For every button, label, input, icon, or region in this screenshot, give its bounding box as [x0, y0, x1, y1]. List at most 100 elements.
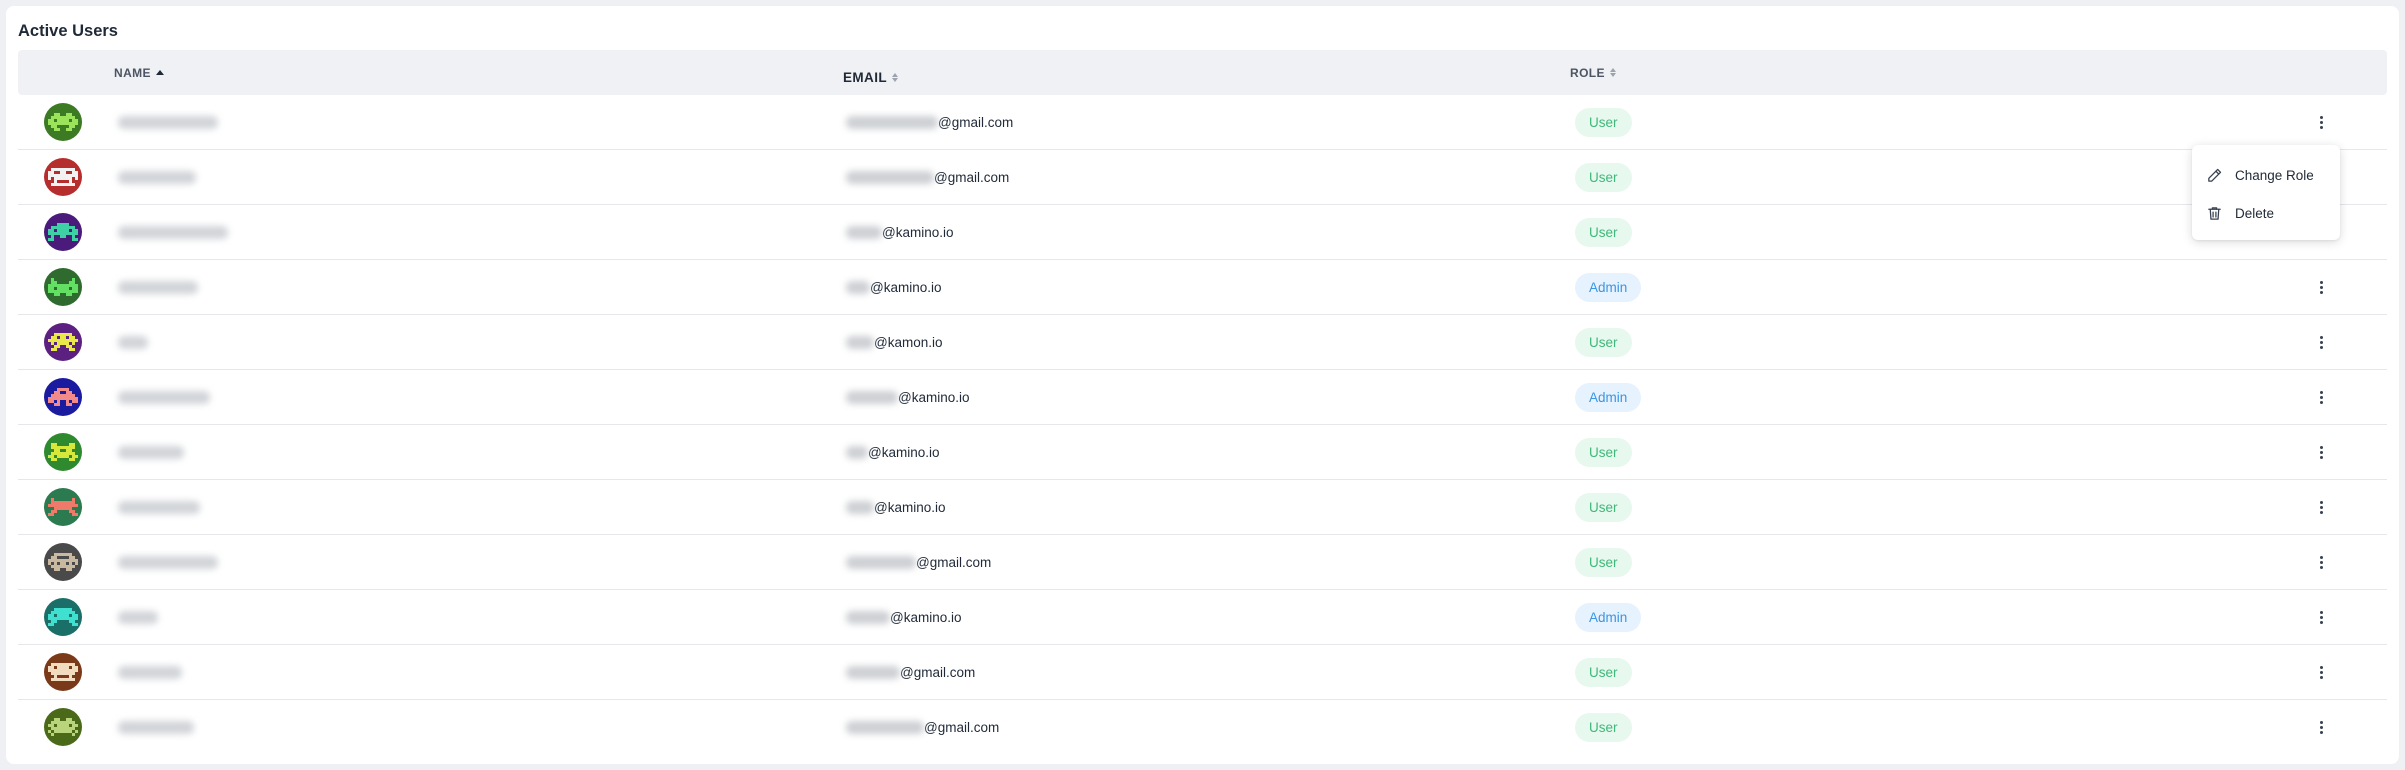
table-row: @kamino.io Admin — [18, 370, 2387, 425]
table-row: @kamino.io User — [18, 425, 2387, 480]
change-role-menu-item[interactable]: Change Role — [2192, 156, 2340, 194]
email-domain: @gmail.com — [916, 555, 992, 570]
role-badge: User — [1575, 438, 1632, 467]
table-row: @gmail.com User — [18, 95, 2387, 150]
redacted-email-prefix — [846, 556, 916, 569]
table-row: @kamino.io User — [18, 480, 2387, 535]
avatar — [44, 378, 82, 416]
avatar — [44, 488, 82, 526]
table-row: @kamino.io Admin — [18, 590, 2387, 645]
redacted-name — [118, 666, 182, 679]
row-actions-button[interactable] — [2308, 549, 2334, 575]
role-badge: User — [1575, 548, 1632, 577]
redacted-email-prefix — [846, 721, 924, 734]
redacted-name — [118, 336, 148, 349]
user-email: @kamino.io — [846, 425, 939, 480]
email-domain: @gmail.com — [934, 170, 1010, 185]
delete-menu-item[interactable]: Delete — [2192, 194, 2340, 232]
table-row: @kamon.io User — [18, 315, 2387, 370]
user-email: @gmail.com — [846, 95, 1013, 150]
avatar — [44, 543, 82, 581]
user-email: @kamino.io — [846, 480, 945, 535]
sort-icon — [892, 73, 898, 82]
avatar — [44, 708, 82, 746]
row-actions-button[interactable] — [2308, 274, 2334, 300]
role-badge: User — [1575, 493, 1632, 522]
table-row: @gmail.com User — [18, 700, 2387, 755]
avatar — [44, 598, 82, 636]
user-email: @kamino.io — [846, 590, 961, 645]
redacted-email-prefix — [846, 281, 870, 294]
table-row: @gmail.com User — [18, 535, 2387, 590]
page-title: Active Users — [18, 22, 118, 40]
role-badge: User — [1575, 658, 1632, 687]
table-row: @gmail.com User — [18, 150, 2387, 205]
role-badge: User — [1575, 218, 1632, 247]
table-row: @kamino.io User — [18, 205, 2387, 260]
redacted-name — [118, 391, 210, 404]
redacted-name — [118, 721, 194, 734]
role-badge: Admin — [1575, 603, 1642, 632]
redacted-email-prefix — [846, 501, 874, 514]
email-domain: @gmail.com — [900, 665, 976, 680]
row-actions-button[interactable] — [2308, 384, 2334, 410]
column-header-role[interactable]: ROLE — [1570, 50, 1616, 95]
row-actions-button[interactable] — [2308, 494, 2334, 520]
email-domain: @gmail.com — [924, 720, 1000, 735]
redacted-email-prefix — [846, 446, 868, 459]
sort-ascending-icon — [155, 69, 164, 75]
redacted-name — [118, 226, 228, 239]
redacted-email-prefix — [846, 391, 898, 404]
table-row: @gmail.com User — [18, 645, 2387, 700]
avatar — [44, 653, 82, 691]
redacted-name — [118, 611, 158, 624]
role-badge: Admin — [1575, 273, 1642, 302]
trash-icon — [2208, 206, 2221, 220]
user-email: @gmail.com — [846, 645, 975, 700]
row-actions-button[interactable] — [2308, 714, 2334, 740]
user-email: @kamino.io — [846, 260, 941, 315]
row-actions-menu: Change Role Delete — [2192, 145, 2340, 240]
avatar — [44, 213, 82, 251]
row-actions-button[interactable] — [2308, 109, 2334, 135]
redacted-email-prefix — [846, 171, 934, 184]
sort-icon — [1609, 68, 1616, 77]
email-domain: @kamino.io — [870, 280, 942, 295]
user-email: @gmail.com — [846, 535, 991, 590]
role-badge: User — [1575, 163, 1632, 192]
column-header-name[interactable]: NAME — [114, 50, 164, 95]
role-badge: Admin — [1575, 383, 1642, 412]
row-actions-button[interactable] — [2308, 329, 2334, 355]
redacted-email-prefix — [846, 116, 938, 129]
redacted-name — [118, 116, 218, 129]
user-email: @kamon.io — [846, 315, 942, 370]
redacted-email-prefix — [846, 666, 900, 679]
avatar — [44, 433, 82, 471]
active-users-card: Active Users NAME EMAIL ROLE @gmail.com U… — [6, 6, 2399, 764]
redacted-name — [118, 501, 200, 514]
user-email: @gmail.com — [846, 150, 1009, 205]
redacted-name — [118, 556, 218, 569]
table-row: @kamino.io Admin — [18, 260, 2387, 315]
row-actions-button[interactable] — [2308, 439, 2334, 465]
avatar — [44, 268, 82, 306]
role-badge: User — [1575, 713, 1632, 742]
redacted-name — [118, 281, 198, 294]
user-email: @kamino.io — [846, 370, 969, 425]
redacted-name — [118, 446, 184, 459]
redacted-email-prefix — [846, 336, 874, 349]
pencil-icon — [2208, 168, 2222, 182]
email-domain: @kamino.io — [898, 390, 970, 405]
user-email: @gmail.com — [846, 700, 999, 755]
redacted-name — [118, 171, 196, 184]
redacted-email-prefix — [846, 611, 890, 624]
role-badge: User — [1575, 108, 1632, 137]
row-actions-button[interactable] — [2308, 604, 2334, 630]
row-actions-button[interactable] — [2308, 659, 2334, 685]
role-badge: User — [1575, 328, 1632, 357]
table-body: @gmail.com User @gmail.com User @kamino.io Us… — [18, 95, 2387, 755]
email-domain: @kamino.io — [890, 610, 962, 625]
redacted-email-prefix — [846, 226, 882, 239]
email-domain: @kamon.io — [874, 335, 943, 350]
email-domain: @kamino.io — [874, 500, 946, 515]
